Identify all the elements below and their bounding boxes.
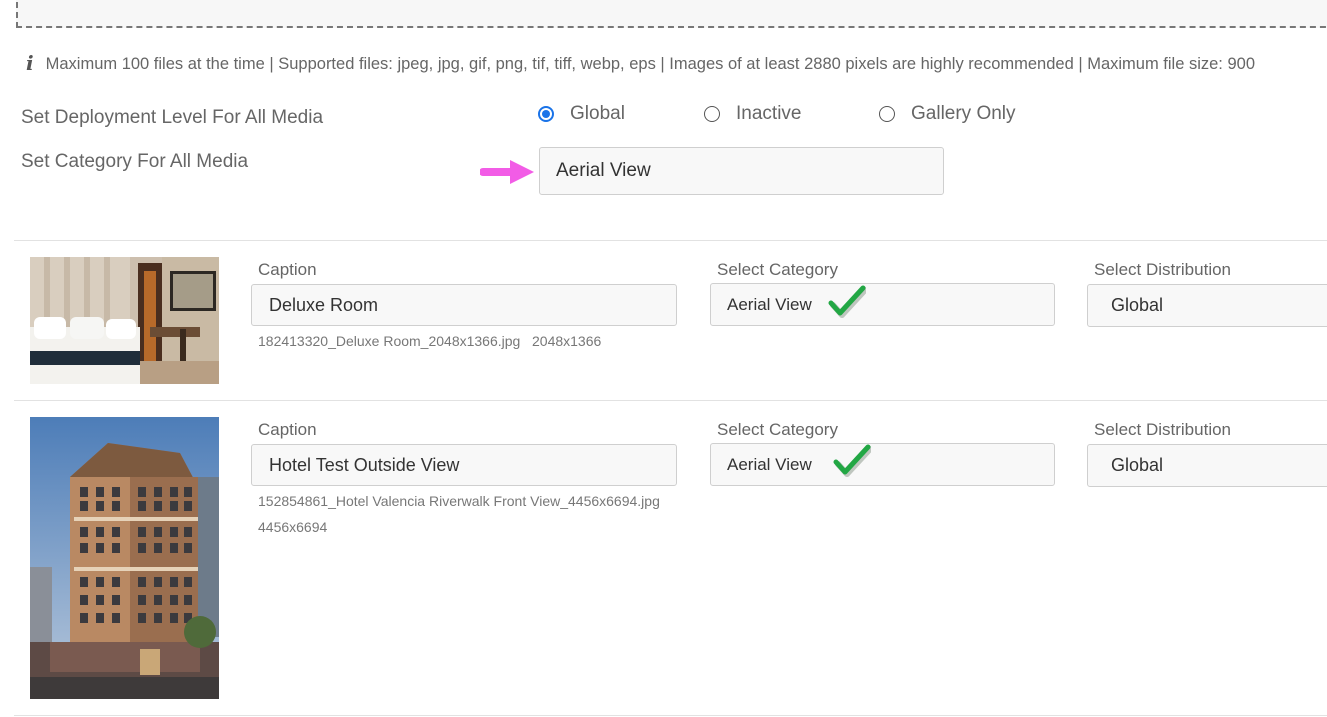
deployment-level-radio-group: Global Inactive Gallery Only <box>538 103 1016 125</box>
radio-option-inactive[interactable]: Inactive <box>704 103 879 125</box>
upload-dropzone[interactable] <box>16 0 1327 28</box>
pointer-arrow-icon <box>480 160 534 184</box>
radio-inactive-label: Inactive <box>736 103 802 124</box>
category-select[interactable]: Aerial View <box>710 283 1055 326</box>
upload-info: i Maximum 100 files at the time | Support… <box>26 50 1256 75</box>
divider <box>14 240 1327 241</box>
caption-value: Hotel Test Outside View <box>269 454 460 475</box>
distribution-select[interactable]: Global <box>1087 284 1327 327</box>
divider <box>14 400 1327 401</box>
caption-input[interactable]: Deluxe Room <box>251 284 677 326</box>
select-category-label: Select Category <box>717 260 838 279</box>
media-thumbnail <box>30 257 219 384</box>
distribution-value: Global <box>1111 455 1164 475</box>
file-name: 182413320_Deluxe Room_2048x1366.jpg <box>258 333 521 349</box>
divider <box>14 715 1327 716</box>
file-dimensions: 4456x6694 <box>258 519 328 535</box>
caption-label: Caption <box>258 420 317 439</box>
category-all-value: Aerial View <box>556 160 651 181</box>
radio-global[interactable] <box>538 106 554 122</box>
radio-option-global[interactable]: Global <box>538 103 704 125</box>
radio-gallery-only[interactable] <box>879 106 895 122</box>
checkmark-icon <box>833 444 871 477</box>
file-dimensions: 2048x1366 <box>532 333 602 349</box>
select-distribution-label: Select Distribution <box>1094 260 1232 279</box>
radio-gallery-only-label: Gallery Only <box>911 103 1016 124</box>
checkmark-icon <box>828 285 866 318</box>
media-thumbnail <box>30 417 219 699</box>
select-distribution-label: Select Distribution <box>1094 420 1232 439</box>
select-category-label: Select Category <box>717 420 838 439</box>
radio-global-label: Global <box>570 103 625 124</box>
category-value: Aerial View <box>727 294 812 314</box>
distribution-value: Global <box>1111 295 1164 315</box>
caption-value: Deluxe Room <box>269 294 379 315</box>
distribution-select[interactable]: Global <box>1087 444 1327 487</box>
upload-info-text: Maximum 100 files at the time | Supporte… <box>45 55 1256 73</box>
radio-inactive[interactable] <box>704 106 720 122</box>
info-icon: i <box>26 51 34 75</box>
file-name: 152854861_Hotel Valencia Riverwalk Front… <box>258 493 660 509</box>
category-all-label: Set Category For All Media <box>21 151 249 172</box>
caption-input[interactable]: Hotel Test Outside View <box>251 444 677 486</box>
caption-label: Caption <box>258 260 317 279</box>
category-value: Aerial View <box>727 454 812 474</box>
category-select[interactable]: Aerial View <box>710 443 1055 486</box>
file-info: 182413320_Deluxe Room_2048x1366.jpg 2048… <box>258 333 601 349</box>
category-all-select[interactable]: Aerial View <box>539 147 944 195</box>
deployment-level-label: Set Deployment Level For All Media <box>21 107 324 128</box>
radio-option-gallery-only[interactable]: Gallery Only <box>879 103 1016 125</box>
